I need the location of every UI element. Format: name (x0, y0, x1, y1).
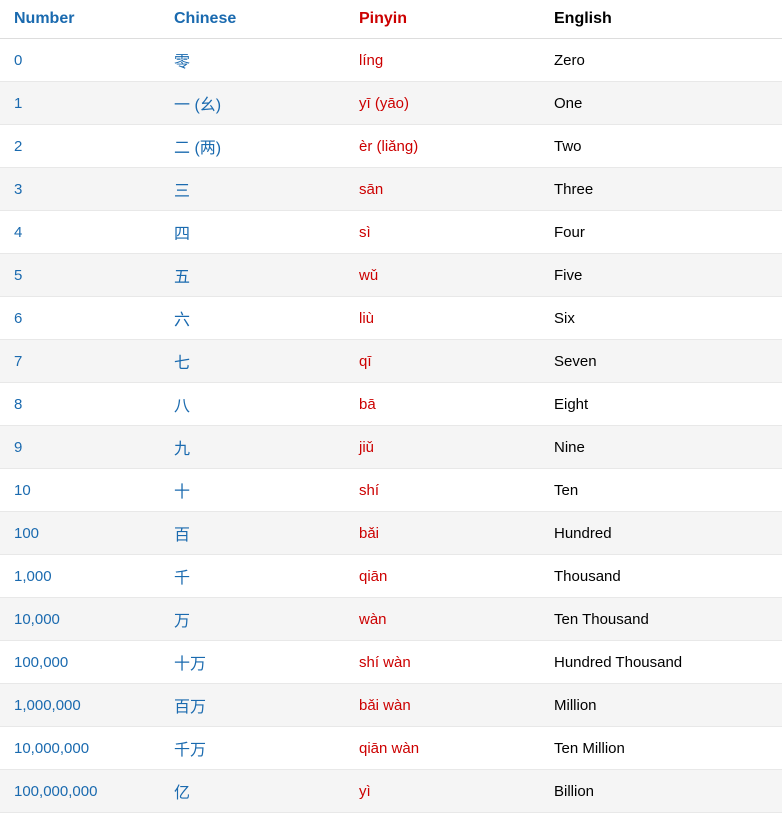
cell-english: Seven (540, 340, 782, 383)
cell-english: Three (540, 168, 782, 211)
cell-chinese: 百万 (160, 684, 345, 727)
cell-english: Eight (540, 383, 782, 426)
cell-chinese: 十万 (160, 641, 345, 684)
cell-english: Ten Million (540, 727, 782, 770)
table-row: 9九jiǔNine (0, 426, 782, 469)
cell-english: Ten (540, 469, 782, 512)
cell-english: Six (540, 297, 782, 340)
cell-pinyin: bǎi wàn (345, 684, 540, 727)
cell-chinese: 七 (160, 340, 345, 383)
cell-pinyin: yì (345, 770, 540, 813)
header-chinese: Chinese (160, 0, 345, 39)
cell-chinese: 一 (幺) (160, 82, 345, 125)
cell-chinese: 八 (160, 383, 345, 426)
cell-pinyin: sān (345, 168, 540, 211)
cell-chinese: 亿 (160, 770, 345, 813)
cell-pinyin: èr (liǎng) (345, 125, 540, 168)
cell-chinese: 万 (160, 598, 345, 641)
cell-pinyin: shí wàn (345, 641, 540, 684)
table-row: 5五wǔFive (0, 254, 782, 297)
table-row: 1一 (幺)yī (yāo)One (0, 82, 782, 125)
cell-number: 100 (0, 512, 160, 555)
cell-chinese: 九 (160, 426, 345, 469)
cell-chinese: 千 (160, 555, 345, 598)
cell-chinese: 十 (160, 469, 345, 512)
cell-english: Billion (540, 770, 782, 813)
header-english: English (540, 0, 782, 39)
cell-number: 2 (0, 125, 160, 168)
table-row: 3三sānThree (0, 168, 782, 211)
cell-number: 1 (0, 82, 160, 125)
cell-english: Thousand (540, 555, 782, 598)
cell-number: 3 (0, 168, 160, 211)
numbers-table: Number Chinese Pinyin English 0零língZero… (0, 0, 782, 813)
cell-english: Four (540, 211, 782, 254)
table-row: 4四sìFour (0, 211, 782, 254)
cell-number: 8 (0, 383, 160, 426)
cell-pinyin: shí (345, 469, 540, 512)
cell-chinese: 百 (160, 512, 345, 555)
cell-pinyin: jiǔ (345, 426, 540, 469)
cell-number: 9 (0, 426, 160, 469)
cell-pinyin: qiān wàn (345, 727, 540, 770)
cell-pinyin: liù (345, 297, 540, 340)
cell-chinese: 四 (160, 211, 345, 254)
table-row: 10十shíTen (0, 469, 782, 512)
header-number: Number (0, 0, 160, 39)
cell-pinyin: wǔ (345, 254, 540, 297)
cell-pinyin: wàn (345, 598, 540, 641)
cell-chinese: 五 (160, 254, 345, 297)
cell-number: 6 (0, 297, 160, 340)
cell-number: 1,000 (0, 555, 160, 598)
table-row: 2二 (两)èr (liǎng)Two (0, 125, 782, 168)
table-header-row: Number Chinese Pinyin English (0, 0, 782, 39)
cell-english: Five (540, 254, 782, 297)
cell-number: 5 (0, 254, 160, 297)
cell-number: 4 (0, 211, 160, 254)
cell-pinyin: sì (345, 211, 540, 254)
cell-pinyin: líng (345, 39, 540, 82)
cell-english: Ten Thousand (540, 598, 782, 641)
cell-number: 0 (0, 39, 160, 82)
cell-english: One (540, 82, 782, 125)
cell-pinyin: bā (345, 383, 540, 426)
table-row: 1,000,000百万bǎi wànMillion (0, 684, 782, 727)
cell-pinyin: qiān (345, 555, 540, 598)
cell-english: Nine (540, 426, 782, 469)
cell-chinese: 六 (160, 297, 345, 340)
cell-number: 7 (0, 340, 160, 383)
cell-number: 10 (0, 469, 160, 512)
table-row: 100百bǎiHundred (0, 512, 782, 555)
cell-chinese: 三 (160, 168, 345, 211)
cell-number: 10,000,000 (0, 727, 160, 770)
table-row: 8八bāEight (0, 383, 782, 426)
table-row: 1,000千qiānThousand (0, 555, 782, 598)
cell-chinese: 二 (两) (160, 125, 345, 168)
cell-english: Zero (540, 39, 782, 82)
table-row: 10,000,000千万qiān wànTen Million (0, 727, 782, 770)
table-row: 6六liùSix (0, 297, 782, 340)
cell-english: Hundred (540, 512, 782, 555)
cell-pinyin: bǎi (345, 512, 540, 555)
table-row: 100,000十万shí wànHundred Thousand (0, 641, 782, 684)
cell-pinyin: yī (yāo) (345, 82, 540, 125)
cell-pinyin: qī (345, 340, 540, 383)
cell-english: Two (540, 125, 782, 168)
cell-number: 100,000 (0, 641, 160, 684)
cell-chinese: 千万 (160, 727, 345, 770)
cell-english: Million (540, 684, 782, 727)
cell-number: 1,000,000 (0, 684, 160, 727)
cell-chinese: 零 (160, 39, 345, 82)
cell-english: Hundred Thousand (540, 641, 782, 684)
table-row: 10,000万wànTen Thousand (0, 598, 782, 641)
cell-number: 10,000 (0, 598, 160, 641)
table-row: 0零língZero (0, 39, 782, 82)
header-pinyin: Pinyin (345, 0, 540, 39)
table-row: 100,000,000亿yìBillion (0, 770, 782, 813)
cell-number: 100,000,000 (0, 770, 160, 813)
table-row: 7七qīSeven (0, 340, 782, 383)
